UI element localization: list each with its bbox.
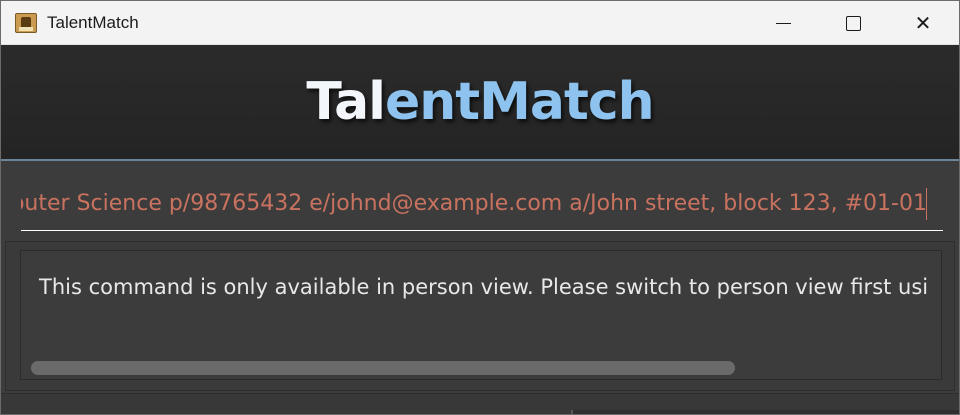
result-display-panel: This command is only available in person… — [5, 241, 955, 391]
result-display[interactable]: This command is only available in person… — [20, 250, 942, 380]
close-icon: ✕ — [914, 11, 932, 35]
close-button[interactable]: ✕ — [888, 1, 958, 45]
command-area: outer Science p/98765432 e/johnd@example… — [1, 163, 959, 239]
command-input[interactable]: outer Science p/98765432 e/johnd@example… — [21, 183, 943, 231]
brand-title-part2: entMatch — [385, 72, 655, 132]
bottom-right-panel — [573, 410, 959, 414]
result-message: This command is only available in person… — [39, 275, 929, 299]
app-brand-title: TalentMatch — [1, 72, 959, 132]
brand-title-part1: Tal — [306, 72, 386, 132]
horizontal-scrollbar[interactable] — [31, 361, 735, 375]
header-banner: TalentMatch — [1, 45, 959, 161]
bottom-panel — [1, 393, 959, 414]
window-title: TalentMatch — [47, 13, 139, 32]
address-book-icon — [15, 13, 37, 33]
text-caret — [925, 188, 927, 220]
command-input-text: outer Science p/98765432 e/johnd@example… — [21, 191, 927, 216]
title-bar[interactable]: TalentMatch ✕ — [1, 1, 959, 45]
app-window: TalentMatch ✕ TalentMatch outer Science … — [0, 0, 960, 415]
maximize-button[interactable] — [818, 1, 888, 45]
minimize-button[interactable] — [748, 1, 818, 45]
maximize-icon — [845, 15, 861, 31]
minimize-icon — [775, 22, 791, 24]
